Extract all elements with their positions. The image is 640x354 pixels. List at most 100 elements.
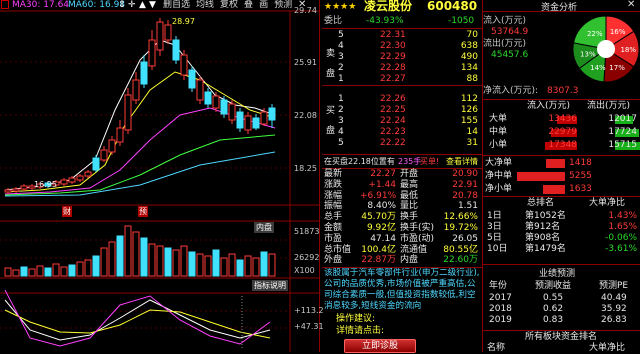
ticker-detail-link[interactable]: 查看详情 (446, 156, 478, 167)
rank-period: 5日 (487, 233, 502, 243)
volume-bar (116, 235, 124, 277)
candle-body (100, 149, 108, 161)
candle-body (236, 111, 244, 129)
weibi-diff: -1050 (448, 16, 475, 26)
sell-order-row[interactable]: 3 22.29 490 (322, 52, 480, 63)
pie-label: 14% (590, 64, 606, 72)
rank-head: 总排名 大单净比 (483, 198, 640, 209)
volume-bar (228, 253, 236, 277)
rank-row: 3日 第912名 1.65% (483, 222, 640, 233)
order-price: 22.26 (380, 94, 406, 104)
level-number: 4 (338, 127, 344, 137)
close-icon[interactable]: ✕ (627, 0, 635, 10)
indicator-tick: +47.31 (294, 322, 324, 331)
pie-center (597, 40, 615, 58)
net-flow-value: 5255 (569, 171, 592, 181)
stat-label: 市盈(动) (400, 233, 435, 244)
indicator-tick: +113.2 (294, 306, 324, 315)
finance-mark[interactable]: 财 (62, 206, 72, 217)
candle-body (60, 179, 68, 185)
candle-body (156, 21, 164, 51)
net-flow-bar (545, 159, 565, 168)
rank-position: 第908名 (525, 233, 561, 243)
volume-bar (220, 257, 228, 277)
buy-order-row[interactable]: 1 22.26 112 (322, 94, 480, 105)
stat-value: 22.91 (452, 179, 478, 190)
stat-label: 金额 (324, 223, 343, 233)
volume-bar (36, 265, 44, 277)
low-price-label: 16.95 (34, 180, 57, 189)
order-size-label: 小单 (489, 140, 508, 150)
volume-bar (20, 266, 28, 277)
diagnose-button[interactable]: 立即诊股 (344, 339, 416, 353)
volume-bar (244, 255, 252, 277)
net-flow-label: 净中单 (485, 171, 513, 181)
buy-order-row[interactable]: 2 22.25 126 (322, 105, 480, 116)
level-number: 5 (338, 138, 344, 148)
rank-period: 10日 (487, 244, 508, 254)
candle-body (212, 95, 220, 109)
forecast-mark[interactable]: 预 (138, 206, 148, 217)
level-number: 2 (338, 105, 344, 115)
candle-body (124, 94, 132, 131)
stock-description: 该股属于汽车零部件行业(申万二级行业),公司的品质优秀,市场价值被严重高估,公司… (324, 268, 480, 311)
volume-bar (180, 245, 188, 277)
buy-order-row[interactable]: 5 22.22 31 (322, 138, 480, 149)
stock-name: 凌云股份 (364, 0, 413, 13)
rank-position: 第912名 (525, 222, 561, 232)
fund-pie-chart: 16% 18% 17%14% 13% 22% (572, 15, 640, 83)
buy-order-row[interactable]: 4 22.23 14 (322, 127, 480, 138)
inflow-value: 17348 (548, 140, 577, 150)
stat-row: 总市值 100.4亿 流通值 80.55亿 (322, 245, 480, 256)
candle-body (68, 177, 76, 183)
order-size-label: 中单 (489, 127, 508, 137)
stat-value: 80.55亿 (443, 244, 478, 255)
candle-body (148, 39, 156, 67)
ticker-row: 在买盘22.18位置有 235手 买单! 查看详情 (322, 156, 480, 167)
order-volume: 112 (460, 94, 478, 104)
price-tick: 22.08 (294, 111, 317, 120)
volume-bar (92, 255, 100, 277)
volume-bar (4, 267, 12, 277)
flow-label: 流入(万元) (483, 16, 527, 26)
volume-bar (28, 268, 36, 277)
sell-order-row[interactable]: 1 22.27 88 (322, 74, 480, 85)
level-number: 2 (338, 63, 344, 73)
weibi-pct: -43.93% (366, 16, 404, 26)
candle-body (252, 117, 260, 129)
kline-svg (0, 10, 320, 352)
volume-bar (268, 253, 276, 277)
volume-bar (84, 259, 92, 277)
forecast-row: 2018 0.62 35.92 (483, 304, 640, 315)
rank-ratio: -0.06% (605, 233, 637, 243)
candle-body (204, 91, 212, 105)
order-price: 22.25 (380, 105, 406, 115)
order-volume: 14 (466, 127, 478, 137)
sell-order-row[interactable]: 2 22.28 134 (322, 63, 480, 74)
order-volume: 490 (460, 52, 478, 62)
col-eps: 预测收益 (535, 281, 572, 291)
stat-value: 1.51 (457, 201, 478, 212)
volume-bar (188, 251, 196, 277)
stat-label: 量比 (400, 201, 419, 212)
price-tick: 25.91 (294, 58, 317, 67)
buy-order-row[interactable]: 3 22.24 155 (322, 116, 480, 127)
indicator-tab[interactable]: 指标说明 (252, 280, 288, 291)
col-outflow: 流出(万元) (587, 101, 631, 111)
stat-label: 振幅 (324, 201, 343, 212)
sell-order-row[interactable]: 4 22.30 638 (322, 41, 480, 52)
candle-body (84, 171, 92, 177)
order-volume: 134 (460, 63, 478, 73)
sell-order-row[interactable]: 5 22.31 70 (322, 30, 480, 41)
volume-tab[interactable]: 内盘 (254, 222, 274, 233)
col-inflow: 流入(万元) (527, 101, 571, 111)
outflow-value: 15715 (608, 140, 637, 150)
rank-row: 10日 第1479名 -3.61% (483, 244, 640, 255)
stat-value: 22.87万 (361, 255, 396, 266)
detail-label: 详情请点击: (336, 326, 385, 336)
net-flow-bar (517, 172, 565, 181)
stat-value: 22.60万 (443, 255, 478, 266)
volume-bar (52, 263, 60, 277)
rank-ratio: -3.61% (605, 244, 637, 254)
stat-value: 20.90 (452, 169, 478, 179)
